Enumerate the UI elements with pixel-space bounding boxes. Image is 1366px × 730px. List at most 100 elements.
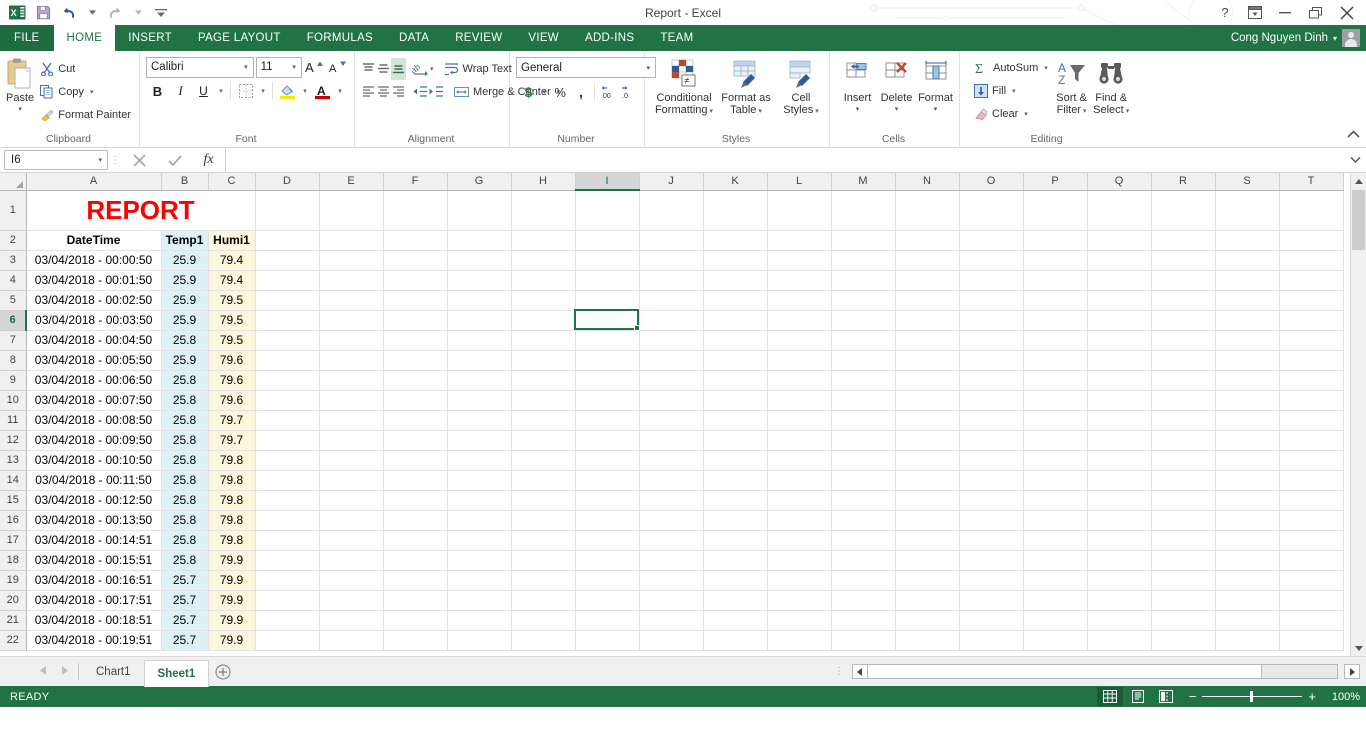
page-layout-view-button[interactable] <box>1125 687 1151 706</box>
cell-T12[interactable] <box>1279 430 1344 451</box>
cell-K6[interactable] <box>703 310 768 331</box>
cell-P19[interactable] <box>1023 570 1088 591</box>
avatar[interactable] <box>1342 29 1360 47</box>
cell-B7[interactable]: 25.8 <box>161 330 209 351</box>
tab-page-layout[interactable]: PAGE LAYOUT <box>185 25 294 51</box>
cell-C15[interactable]: 79.8 <box>208 490 256 511</box>
cell-F16[interactable] <box>383 510 448 531</box>
cell-F7[interactable] <box>383 330 448 351</box>
cell-T22[interactable] <box>1279 630 1344 651</box>
cell-J16[interactable] <box>639 510 704 531</box>
align-middle-button[interactable] <box>376 58 391 80</box>
column-header-a[interactable]: A <box>26 173 162 191</box>
cell-E20[interactable] <box>319 590 384 611</box>
cell-E15[interactable] <box>319 490 384 511</box>
column-header-row[interactable]: ABCDEFGHIJKLMNOPQRST <box>0 173 1344 191</box>
align-top-button[interactable] <box>361 58 376 80</box>
cell-C22[interactable]: 79.9 <box>208 630 256 651</box>
cell-J19[interactable] <box>639 570 704 591</box>
autosum-button[interactable]: Σ AutoSum ▾ <box>970 56 1052 79</box>
cell-A14[interactable]: 03/04/2018 - 00:11:50 <box>26 470 162 491</box>
cell-H16[interactable] <box>511 510 576 531</box>
cell-I18[interactable] <box>575 550 640 571</box>
cell-N9[interactable] <box>895 370 960 391</box>
cell-Q21[interactable] <box>1087 610 1152 631</box>
cell-P5[interactable] <box>1023 290 1088 311</box>
cell-E18[interactable] <box>319 550 384 571</box>
cell-M6[interactable] <box>831 310 896 331</box>
cell-B2[interactable]: Temp1 <box>161 230 209 251</box>
cell-G9[interactable] <box>447 370 512 391</box>
cell-C20[interactable]: 79.9 <box>208 590 256 611</box>
align-right-button[interactable] <box>391 81 406 103</box>
cell-E11[interactable] <box>319 410 384 431</box>
copy-button[interactable]: Copy ▾ <box>36 80 135 103</box>
cell-C14[interactable]: 79.8 <box>208 470 256 491</box>
cell-O11[interactable] <box>959 410 1024 431</box>
formula-input[interactable] <box>225 148 1344 172</box>
underline-dropdown-caret-icon[interactable]: ▾ <box>215 80 227 102</box>
cell-B15[interactable]: 25.8 <box>161 490 209 511</box>
cell-L10[interactable] <box>767 390 832 411</box>
cell-T16[interactable] <box>1279 510 1344 531</box>
cell-G17[interactable] <box>447 530 512 551</box>
cell-T2[interactable] <box>1279 230 1344 251</box>
cell-B6[interactable]: 25.9 <box>161 310 209 331</box>
column-header-t[interactable]: T <box>1279 173 1344 191</box>
cell-B18[interactable]: 25.8 <box>161 550 209 571</box>
cell-I13[interactable] <box>575 450 640 471</box>
row-header-12[interactable]: 12 <box>0 430 27 451</box>
cell-A4[interactable]: 03/04/2018 - 00:01:50 <box>26 270 162 291</box>
row-header-7[interactable]: 7 <box>0 330 27 351</box>
cell-K20[interactable] <box>703 590 768 611</box>
cell-A15[interactable]: 03/04/2018 - 00:12:50 <box>26 490 162 511</box>
cell-P6[interactable] <box>1023 310 1088 331</box>
cell-G4[interactable] <box>447 270 512 291</box>
underline-button[interactable]: U <box>192 80 215 102</box>
cell-E9[interactable] <box>319 370 384 391</box>
cell-O19[interactable] <box>959 570 1024 591</box>
cell-M21[interactable] <box>831 610 896 631</box>
cell-O9[interactable] <box>959 370 1024 391</box>
cell-B16[interactable]: 25.8 <box>161 510 209 531</box>
cell-D5[interactable] <box>255 290 320 311</box>
orientation-button[interactable]: ab <box>412 58 430 80</box>
cell-E5[interactable] <box>319 290 384 311</box>
cell-A3[interactable]: 03/04/2018 - 00:00:50 <box>26 250 162 271</box>
redo-dropdown-caret-icon[interactable] <box>128 0 148 25</box>
cell-F13[interactable] <box>383 450 448 471</box>
restore-icon[interactable] <box>1300 2 1330 24</box>
cell-J6[interactable] <box>639 310 704 331</box>
cell-Q13[interactable] <box>1087 450 1152 471</box>
cell-Q15[interactable] <box>1087 490 1152 511</box>
decrease-decimal-button[interactable]: .0 <box>619 81 640 103</box>
cell-R16[interactable] <box>1151 510 1216 531</box>
cell-E4[interactable] <box>319 270 384 291</box>
increase-indent-button[interactable] <box>428 81 444 103</box>
row-header-14[interactable]: 14 <box>0 470 27 491</box>
cell-H20[interactable] <box>511 590 576 611</box>
chevron-down-icon[interactable]: ▾ <box>710 108 714 115</box>
close-icon[interactable] <box>1330 2 1364 24</box>
orientation-dropdown-caret-icon[interactable]: ▾ <box>430 58 434 80</box>
cell-K10[interactable] <box>703 390 768 411</box>
cell-N7[interactable] <box>895 330 960 351</box>
cell-N6[interactable] <box>895 310 960 331</box>
cell-J15[interactable] <box>639 490 704 511</box>
page-break-preview-button[interactable] <box>1153 687 1179 706</box>
cell-R17[interactable] <box>1151 530 1216 551</box>
cell-K19[interactable] <box>703 570 768 591</box>
cell-T19[interactable] <box>1279 570 1344 591</box>
column-header-m[interactable]: M <box>831 173 896 191</box>
tab-insert[interactable]: INSERT <box>115 25 185 51</box>
decrease-indent-button[interactable] <box>412 81 428 103</box>
column-header-o[interactable]: O <box>959 173 1024 191</box>
cell-I8[interactable] <box>575 350 640 371</box>
cell-Q1[interactable] <box>1087 190 1152 231</box>
cell-N1[interactable] <box>895 190 960 231</box>
scroll-down-arrow-icon[interactable] <box>1351 639 1366 656</box>
format-painter-button[interactable]: Format Painter <box>36 103 135 126</box>
cell-T8[interactable] <box>1279 350 1344 371</box>
grid-scroll-area[interactable]: ABCDEFGHIJKLMNOPQRST 1 REPORT 2 DateTime Tem… <box>0 173 1350 656</box>
cell-M1[interactable] <box>831 190 896 231</box>
